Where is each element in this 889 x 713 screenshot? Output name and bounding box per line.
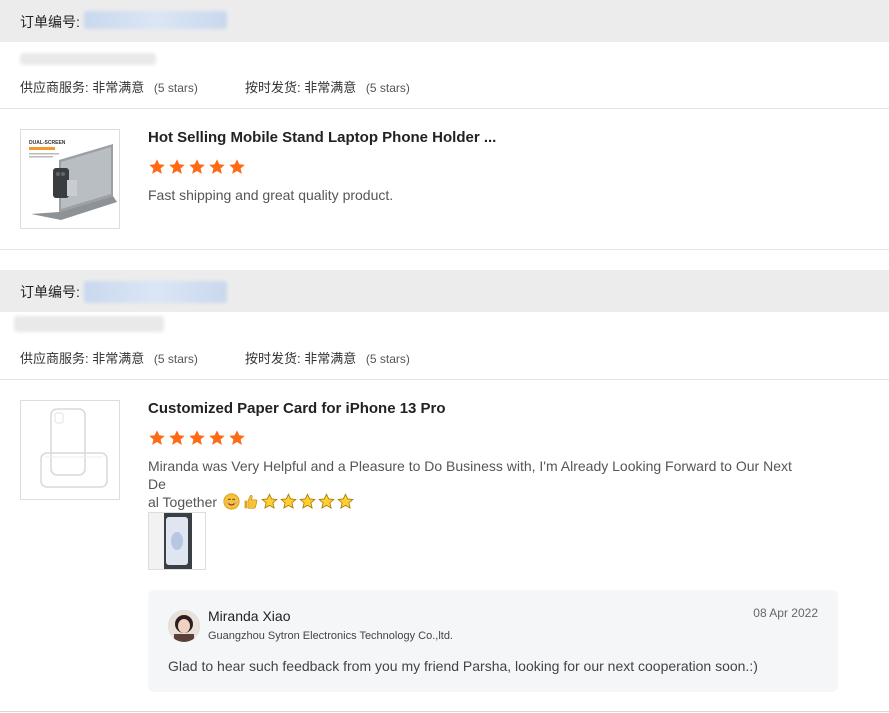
order-number-redacted: [84, 11, 227, 29]
supplier-service-stars: (5 stars): [153, 81, 198, 95]
order-date-redacted: [14, 316, 164, 332]
review-text: Miranda was Very Helpful and a Pleasure …: [148, 457, 798, 514]
thumbs-up-icon: [242, 493, 259, 514]
rating-stars: [148, 158, 246, 176]
smiling-face-icon: [223, 493, 240, 514]
order-number-label: 订单编号:: [20, 14, 80, 30]
shipping-stars: (5 stars): [365, 81, 410, 95]
star-icon: [169, 430, 185, 445]
star-icon: [149, 430, 165, 445]
review-line-2: al Together: [148, 494, 218, 510]
order-date-redacted: [20, 53, 156, 65]
yellow-star-icon: [261, 493, 278, 509]
divider: [0, 379, 889, 380]
divider: [0, 108, 889, 109]
reply-text: Glad to hear such feedback from you my f…: [168, 658, 758, 674]
review-line-1: Miranda was Very Helpful and a Pleasure …: [148, 458, 792, 492]
star-icon: [229, 430, 245, 445]
reply-company: Guangzhou Sytron Electronics Technology …: [208, 630, 453, 642]
star-icon: [209, 430, 225, 445]
product-title[interactable]: Hot Selling Mobile Stand Laptop Phone Ho…: [148, 129, 496, 146]
supplier-service-label: 供应商服务:: [20, 80, 89, 95]
order-header: 订单编号:: [0, 270, 889, 312]
shipping-value: 非常满意: [304, 351, 357, 366]
rating-stars: [148, 429, 246, 447]
yellow-star-icon: [280, 493, 297, 509]
yellow-star-icon: [337, 493, 354, 509]
laptop-phone-holder-image: DUAL-SCREEN: [21, 130, 119, 228]
product-thumbnail[interactable]: [20, 400, 120, 500]
product-title[interactable]: Customized Paper Card for iPhone 13 Pro: [148, 400, 446, 417]
seller-reply: Miranda Xiao Guangzhou Sytron Electronic…: [148, 590, 838, 692]
supplier-service-stars: (5 stars): [153, 352, 198, 366]
thumb-caption: DUAL-SCREEN: [29, 140, 66, 146]
star-icon: [189, 159, 205, 174]
supplier-service-label: 供应商服务:: [20, 351, 89, 366]
order-number-label: 订单编号:: [20, 284, 80, 300]
product-thumbnail[interactable]: DUAL-SCREEN: [20, 129, 120, 229]
divider: [0, 249, 889, 250]
yellow-star-icon: [318, 493, 335, 509]
reply-date: 08 Apr 2022: [753, 606, 818, 620]
review-text: Fast shipping and great quality product.: [148, 187, 394, 203]
star-icon: [189, 430, 205, 445]
yellow-star-icon: [299, 493, 316, 509]
shipping-label: 按时发货:: [245, 351, 301, 366]
shipping-label: 按时发货:: [245, 80, 301, 95]
star-icon: [209, 159, 225, 174]
supplier-service-value: 非常满意: [92, 80, 145, 95]
order-number-redacted: [84, 281, 227, 303]
reply-author-name: Miranda Xiao: [208, 608, 291, 624]
star-icon: [169, 159, 185, 174]
divider: [0, 711, 889, 712]
yellow-star-icons: [261, 493, 356, 514]
star-icon: [149, 159, 165, 174]
shipping-value: 非常满意: [304, 80, 357, 95]
clear-phone-case-image: [21, 401, 119, 499]
phone-card-photo: [149, 513, 205, 569]
shipping-stars: (5 stars): [365, 352, 410, 366]
review-photo[interactable]: [148, 512, 206, 570]
supplier-service-value: 非常满意: [92, 351, 145, 366]
star-icon: [229, 159, 245, 174]
section-gap: [0, 230, 889, 250]
avatar: [168, 610, 200, 642]
order-header: 订单编号:: [0, 0, 889, 42]
